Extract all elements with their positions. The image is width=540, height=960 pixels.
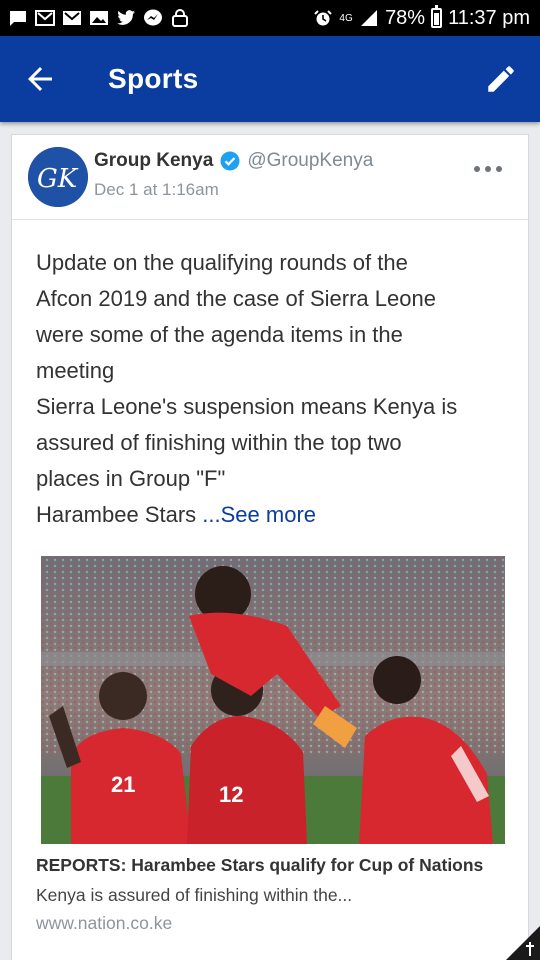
- battery-icon: [431, 5, 443, 28]
- post-text-line: places in Group "F": [36, 466, 226, 491]
- edit-pencil-icon[interactable]: [484, 62, 518, 96]
- author-handle[interactable]: @GroupKenya: [247, 150, 373, 172]
- post-card: GK Group Kenya @GroupKenya Dec 1 at 1:16…: [11, 134, 529, 960]
- app-bar: Sports: [0, 36, 540, 122]
- twitter-icon: [116, 9, 136, 27]
- jersey-number: 12: [219, 782, 243, 807]
- link-preview-description: Kenya is assured of finishing within the…: [36, 885, 353, 905]
- page-title: Sports: [108, 63, 199, 94]
- battery-level: [434, 12, 440, 25]
- alarm-icon: [313, 9, 333, 27]
- post-text-line: Afcon 2019 and the case of Sierra Leone: [36, 286, 436, 311]
- jersey-number: 21: [111, 772, 135, 797]
- post-text: Update on the qualifying rounds of the A…: [36, 245, 511, 533]
- post-text-line: were some of the agenda items in the: [36, 322, 403, 347]
- post-text-line: Sierra Leone's suspension means Kenya is: [36, 394, 458, 419]
- notification-icons: [8, 8, 190, 28]
- see-more-link[interactable]: ...See more: [202, 502, 316, 527]
- message-icon: [8, 9, 28, 27]
- post-timestamp[interactable]: Dec 1 at 1:16am: [94, 180, 219, 200]
- post-text-line: Harambee Stars: [36, 502, 203, 527]
- post-text-last-line: Harambee Stars ...See more: [36, 497, 511, 533]
- signal-icon: [359, 9, 379, 27]
- link-preview-domain: www.nation.co.ke: [36, 913, 173, 933]
- corner-handle-icon[interactable]: [506, 926, 540, 960]
- link-preview-title[interactable]: REPORTS: Harambee Stars qualify for Cup …: [36, 855, 483, 876]
- link-preview-image[interactable]: 21 12: [41, 556, 505, 844]
- battery-percent: 78%: [385, 6, 426, 29]
- post-text-line: Update on the qualifying rounds of the: [36, 250, 408, 275]
- author-row: Group Kenya @GroupKenya: [94, 150, 373, 172]
- divider: [12, 219, 528, 220]
- clock: 11:37 pm: [448, 6, 530, 29]
- more-options-icon[interactable]: [474, 163, 502, 175]
- author-name[interactable]: Group Kenya: [94, 150, 213, 172]
- lock-icon: [170, 9, 190, 27]
- status-bar: 4G 78% 11:37 pm: [0, 0, 540, 36]
- network-type: 4G: [339, 12, 353, 24]
- gmail-icon: [62, 9, 82, 27]
- post-text-line: meeting: [36, 358, 115, 383]
- avatar-initials: GK: [37, 164, 79, 194]
- post-text-line: assured of finishing within the top two: [36, 430, 402, 455]
- gmail-outline-icon: [35, 9, 55, 27]
- back-arrow-icon[interactable]: [22, 61, 58, 97]
- verified-badge-icon: [220, 151, 240, 171]
- author-avatar[interactable]: GK: [28, 147, 88, 207]
- system-status: 4G 78% 11:37 pm: [313, 5, 530, 30]
- messenger-icon: [143, 9, 163, 27]
- gallery-icon: [89, 9, 109, 27]
